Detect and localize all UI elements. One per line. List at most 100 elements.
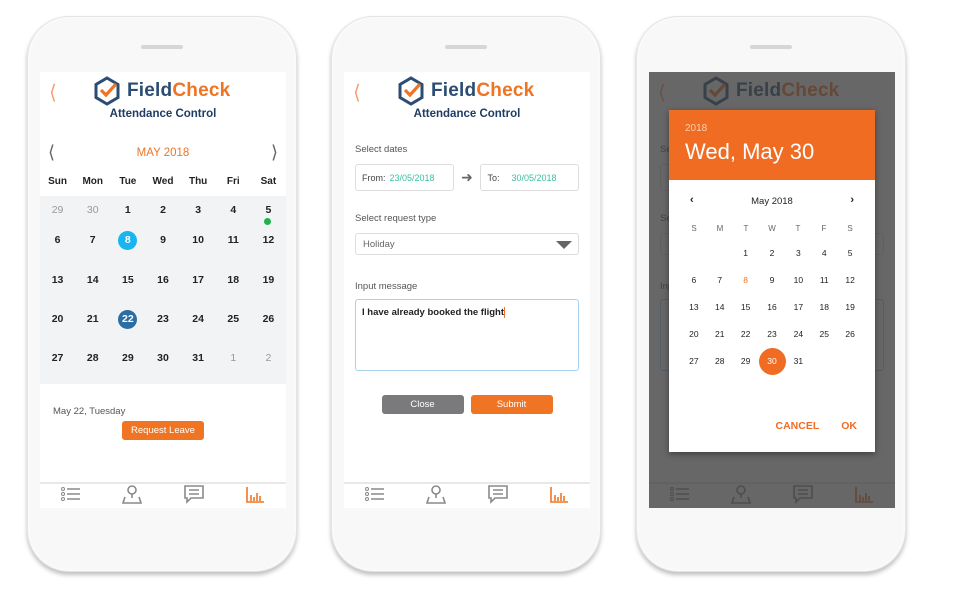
picker-day[interactable]: 1: [733, 240, 759, 267]
picker-day[interactable]: 30: [758, 348, 786, 375]
picker-day[interactable]: 19: [837, 294, 863, 321]
request-type-select[interactable]: Holiday: [355, 233, 579, 255]
calendar-day[interactable]: 12: [251, 228, 286, 268]
calendar-day[interactable]: 29: [40, 198, 75, 228]
calendar-day[interactable]: 19: [251, 268, 286, 307]
tab-map-pin[interactable]: [121, 484, 143, 509]
picker-day[interactable]: 21: [707, 321, 733, 348]
calendar-day[interactable]: 2: [251, 346, 286, 384]
picker-day[interactable]: 2: [759, 240, 786, 267]
calendar-day[interactable]: 4: [216, 198, 251, 228]
app-subtitle: Attendance Control: [109, 108, 217, 120]
tab-chat[interactable]: [183, 484, 205, 509]
calendar-day[interactable]: 15: [110, 268, 145, 307]
from-date-field[interactable]: From: 23/05/2018: [355, 164, 454, 191]
calendar-day[interactable]: 13: [40, 268, 75, 307]
tab-list[interactable]: [60, 484, 82, 509]
picker-day[interactable]: 5: [837, 240, 863, 267]
picker-day[interactable]: 17: [786, 294, 812, 321]
picker-selected-date: Wed, May 30: [685, 139, 815, 164]
picker-day[interactable]: 29: [733, 348, 759, 375]
picker-day[interactable]: 20: [681, 321, 707, 348]
calendar-day[interactable]: 1: [110, 198, 145, 228]
arrow-right-icon: ➜: [461, 169, 473, 186]
calendar-day[interactable]: 7: [75, 228, 110, 268]
selected-day-marker: 22: [118, 310, 138, 329]
picker-day[interactable]: 3: [786, 240, 812, 267]
tab-bar-chart[interactable]: [548, 484, 570, 509]
request-leave-button[interactable]: Request Leave: [122, 421, 204, 440]
picker-day[interactable]: 22: [733, 321, 759, 348]
calendar-day[interactable]: 10: [181, 228, 216, 268]
picker-day[interactable]: 12: [837, 267, 863, 294]
picker-day[interactable]: 6: [681, 267, 707, 294]
calendar-day[interactable]: 25: [216, 307, 251, 346]
calendar-day[interactable]: 30: [75, 198, 110, 228]
brand-part1: Field: [431, 80, 477, 101]
date-range: From: 23/05/2018 ➜ To: 30/05/2018: [355, 164, 579, 191]
picker-day[interactable]: 16: [759, 294, 786, 321]
calendar-day[interactable]: 5: [251, 198, 286, 228]
calendar-day[interactable]: 27: [40, 346, 75, 384]
calendar-day[interactable]: 28: [75, 346, 110, 384]
picker-day[interactable]: 10: [786, 267, 812, 294]
calendar-day[interactable]: 20: [40, 307, 75, 346]
picker-day[interactable]: 26: [837, 321, 863, 348]
picker-day[interactable]: 23: [759, 321, 786, 348]
tab-list[interactable]: [364, 484, 386, 509]
calendar-day[interactable]: 24: [181, 307, 216, 346]
calendar-day[interactable]: 16: [145, 268, 180, 307]
picker-year[interactable]: 2018: [685, 123, 859, 134]
close-button[interactable]: Close: [381, 395, 464, 414]
back-icon[interactable]: ⟨: [49, 80, 57, 104]
calendar-day[interactable]: 11: [216, 228, 251, 268]
picker-day[interactable]: 7: [707, 267, 733, 294]
picker-day[interactable]: 28: [707, 348, 733, 375]
calendar-day[interactable]: 9: [145, 228, 180, 268]
cancel-button[interactable]: CANCEL: [776, 420, 820, 432]
brand-part2: Check: [172, 80, 231, 101]
picker-day[interactable]: 11: [811, 267, 837, 294]
calendar-day[interactable]: 2: [145, 198, 180, 228]
picker-day[interactable]: 31: [786, 348, 812, 375]
picker-day[interactable]: 27: [681, 348, 707, 375]
calendar-day[interactable]: 30: [145, 346, 180, 384]
next-month-icon[interactable]: ›: [850, 194, 854, 206]
picker-day[interactable]: 15: [733, 294, 759, 321]
tab-map-pin[interactable]: [425, 484, 447, 509]
picker-day[interactable]: 14: [707, 294, 733, 321]
calendar-day[interactable]: 3: [181, 198, 216, 228]
picker-day[interactable]: 13: [681, 294, 707, 321]
app-subtitle: Attendance Control: [413, 108, 521, 120]
picker-day[interactable]: 25: [811, 321, 837, 348]
to-date-field[interactable]: To: 30/05/2018: [480, 164, 579, 191]
calendar-day[interactable]: 26: [251, 307, 286, 346]
calendar-day[interactable]: 1: [216, 346, 251, 384]
calendar-day[interactable]: 14: [75, 268, 110, 307]
ok-button[interactable]: OK: [841, 420, 857, 432]
calendar-day[interactable]: 17: [181, 268, 216, 307]
picker-day[interactable]: 9: [759, 267, 786, 294]
picker-day[interactable]: 8: [733, 267, 759, 294]
back-icon[interactable]: ⟨: [353, 80, 361, 104]
calendar-day[interactable]: 31: [181, 346, 216, 384]
tab-bar-chart[interactable]: [244, 484, 266, 509]
next-month-icon[interactable]: ⟩: [271, 142, 278, 163]
app-header: ⟨ FieldCheck Attendance Control: [344, 72, 590, 132]
picker-day[interactable]: 24: [786, 321, 812, 348]
calendar-day[interactable]: 22: [110, 307, 145, 346]
calendar-day[interactable]: 21: [75, 307, 110, 346]
calendar-grid: 29 30 1 2 3 4 5 6 7 8 9 10 11 12 13 14 15 16 17 18 19 20 21 22 2…: [40, 196, 286, 384]
calendar-day[interactable]: 18: [216, 268, 251, 307]
picker-day[interactable]: 18: [811, 294, 837, 321]
calendar-day[interactable]: 6: [40, 228, 75, 268]
phone-date-picker: ⟨ FieldCheck Select dates Select request…: [636, 16, 906, 572]
from-label: From:: [362, 172, 386, 183]
message-input[interactable]: I have already booked the flight: [355, 299, 579, 371]
calendar-day[interactable]: 8: [110, 228, 145, 268]
submit-button[interactable]: Submit: [470, 395, 553, 414]
calendar-day[interactable]: 29: [110, 346, 145, 384]
picker-day[interactable]: 4: [811, 240, 837, 267]
tab-chat[interactable]: [487, 484, 509, 509]
calendar-day[interactable]: 23: [145, 307, 180, 346]
